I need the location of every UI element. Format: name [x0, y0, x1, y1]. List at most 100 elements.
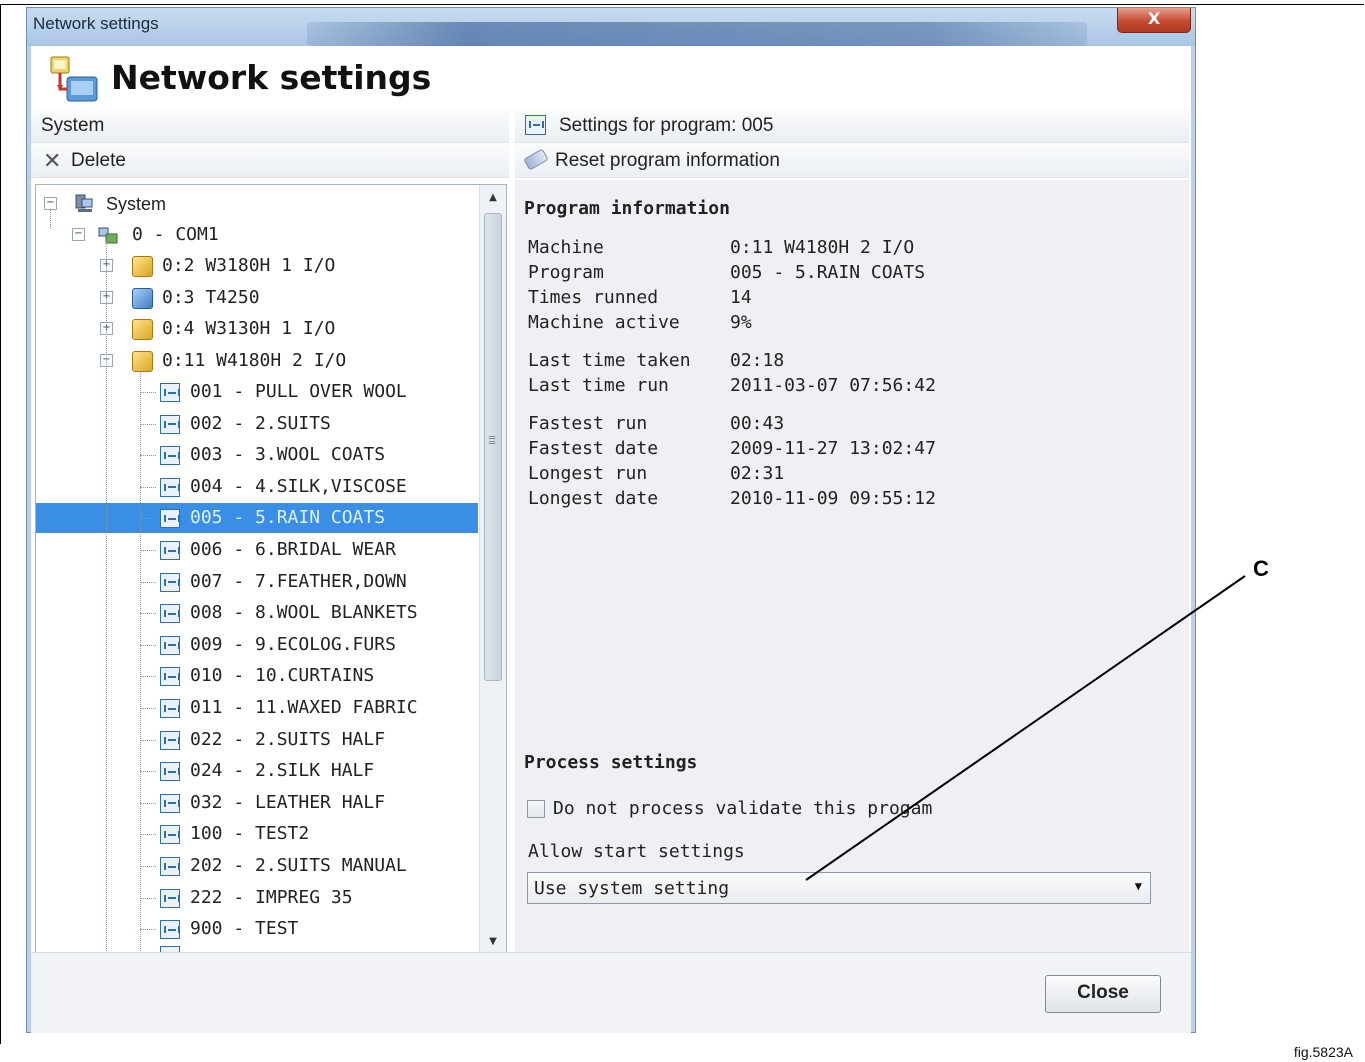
tree-node-program[interactable]: 022 - 2.SUITS HALF [36, 725, 478, 755]
tree-content: − System − 0 - COM1 + 0:2 W3180H 1 I/O +… [36, 185, 478, 955]
machine-icon [132, 319, 153, 341]
tree-node-label: 008 - 8.WOOL BLANKETS [190, 602, 418, 624]
info-key: Times runned [528, 287, 659, 308]
tree-node-label: 004 - 4.SILK,VISCOSE [190, 475, 407, 497]
program-icon [160, 762, 180, 782]
machine-icon [132, 350, 153, 372]
tree-node-label: 002 - 2.SUITS [190, 412, 331, 434]
program-icon [160, 572, 180, 592]
tree-node-label: 900 - TEST [190, 918, 299, 940]
process-settings-title: Process settings [524, 752, 698, 773]
info-key: Last time taken [528, 350, 691, 371]
program-icon [160, 541, 180, 560]
page-title: Network settings [111, 58, 432, 97]
tree-connector [140, 486, 156, 488]
scroll-up-icon[interactable]: ▲ [480, 187, 506, 209]
tree-node-program[interactable]: 009 - 9.ECOLOG.FURS [36, 630, 478, 660]
tree-connector [140, 613, 156, 615]
tree-node-machine[interactable]: +0:4 W3130H 1 I/O [36, 314, 478, 344]
tree-node-program[interactable]: 007 - 7.FEATHER,DOWN [36, 567, 478, 597]
process-validate-checkbox-row[interactable]: Do not process validate this progam [527, 798, 1127, 822]
tree-node-program[interactable]: 005 - 5.RAIN COATS [36, 503, 478, 534]
tree-node-label: 010 - 10.CURTAINS [190, 665, 375, 687]
title-bar: Network settings X [27, 8, 1195, 46]
scrollbar-thumb[interactable]: ═ ═ [484, 213, 502, 681]
program-icon [160, 825, 180, 845]
tree-node-program[interactable]: 010 - 10.CURTAINS [36, 661, 478, 691]
tree-node-program[interactable]: 006 - 6.BRIDAL WEAR [36, 535, 478, 565]
tree-node-program[interactable]: 002 - 2.SUITS [36, 409, 478, 439]
tree-node-program[interactable]: 011 - 11.WAXED FABRIC [36, 693, 478, 723]
tree-node-label: 0:11 W4180H 2 I/O [162, 349, 347, 371]
tree-node-program[interactable]: 024 - 2.SILK HALF [36, 756, 478, 786]
process-validate-label: Do not process validate this progam [553, 798, 933, 819]
tree-node-machine[interactable]: +0:3 T4250 [36, 283, 478, 313]
tree-scrollbar[interactable]: ▲ ═ ═ ▼ [479, 185, 506, 955]
tree-connector [140, 802, 156, 804]
program-icon [160, 604, 180, 624]
tree-node-label: 032 - LEATHER HALF [190, 791, 386, 813]
process-validate-checkbox[interactable] [527, 800, 545, 818]
network-settings-icon [50, 56, 98, 102]
info-key: Program [528, 262, 604, 283]
tree-node-label: 100 - TEST2 [190, 823, 310, 845]
program-icon [160, 793, 180, 813]
settings-header-label: Settings for program: 005 [559, 115, 774, 136]
tree-node-program[interactable]: 900 - TEST [36, 914, 478, 944]
computer-icon [75, 194, 93, 212]
system-strip: System [31, 108, 509, 143]
program-info-row: Fastest date 2009-11-27 13:02:47 [528, 438, 1168, 462]
reset-program-label: Reset program information [555, 150, 780, 171]
tree-node-program[interactable]: 008 - 8.WOOL BLANKETS [36, 598, 478, 628]
tree-node-label: 202 - 2.SUITS MANUAL [190, 855, 407, 876]
info-value: 2010-11-09 09:55:12 [730, 488, 936, 509]
tree-node-program[interactable]: 032 - LEATHER HALF [36, 788, 478, 818]
tree-node-program[interactable]: 001 - PULL OVER WOOL [36, 377, 478, 407]
dropdown-arrow-icon[interactable]: ▼ [1135, 879, 1142, 893]
program-information-title: Program information [524, 198, 730, 219]
tree-node-program[interactable]: 003 - 3.WOOL COATS [36, 440, 478, 470]
program-info-row: Times runned 14 [528, 287, 1168, 311]
system-tree: − System − 0 - COM1 + 0:2 W3180H 1 I/O +… [35, 184, 507, 956]
tree-node-program[interactable]: 222 - IMPREG 35 [36, 883, 478, 913]
collapse-icon[interactable]: − [72, 228, 85, 241]
tree-node-program[interactable]: 100 - TEST2 [36, 819, 478, 849]
allow-start-dropdown[interactable]: Use system setting ▼ [527, 872, 1151, 904]
scroll-down-icon[interactable]: ▼ [480, 931, 506, 953]
tree-node-port[interactable]: − 0 - COM1 [36, 220, 478, 250]
program-info-row: Last time run 2011-03-07 07:56:42 [528, 375, 1168, 399]
info-key: Machine active [528, 312, 680, 333]
tree-node-machine[interactable]: +0:2 W3180H 1 I/O [36, 251, 478, 281]
delete-button[interactable]: ✕ Delete [31, 143, 509, 178]
tree-node-label: 0:3 T4250 [162, 286, 260, 308]
network-settings-window: Network settings X Network settings Syst… [26, 7, 1196, 1033]
tree-node-label: 006 - 6.BRIDAL WEAR [190, 539, 396, 560]
tree-connector [140, 644, 156, 646]
window-title: Network settings [33, 14, 159, 33]
tree-node-system[interactable]: − System [36, 189, 478, 219]
figure-frame-top [0, 4, 1364, 5]
program-info-row: Program 005 - 5.RAIN COATS [528, 262, 1168, 286]
info-value: 2011-03-07 07:56:42 [730, 375, 936, 396]
tree-node-machine[interactable]: −0:11 W4180H 2 I/O [36, 346, 478, 376]
program-icon [160, 857, 180, 876]
program-details-panel: Program information Machine 0:11 W4180H 2… [515, 180, 1189, 952]
reset-program-button[interactable]: Reset program information [515, 143, 1189, 178]
close-button[interactable]: Close [1045, 975, 1161, 1013]
port-icon [98, 227, 118, 244]
settings-header: Settings for program: 005 [515, 108, 1189, 143]
figure-frame-left [0, 4, 1, 1044]
allow-start-label: Allow start settings [528, 841, 745, 862]
tree-connector [140, 708, 156, 709]
tree-connector [140, 392, 156, 393]
tree-node-label: 222 - IMPREG 35 [190, 886, 353, 908]
tree-node-program[interactable]: 202 - 2.SUITS MANUAL [36, 851, 478, 881]
callout-label: C [1253, 556, 1269, 581]
tree-node-label: 024 - 2.SILK HALF [190, 760, 375, 782]
tree-connector [140, 771, 156, 773]
program-icon [160, 383, 180, 402]
tree-node-label: 011 - 11.WAXED FABRIC [190, 697, 418, 718]
program-info-row: Machine active 9% [528, 312, 1168, 336]
window-close-button[interactable]: X [1117, 8, 1191, 33]
tree-node-program[interactable]: 004 - 4.SILK,VISCOSE [36, 472, 478, 502]
